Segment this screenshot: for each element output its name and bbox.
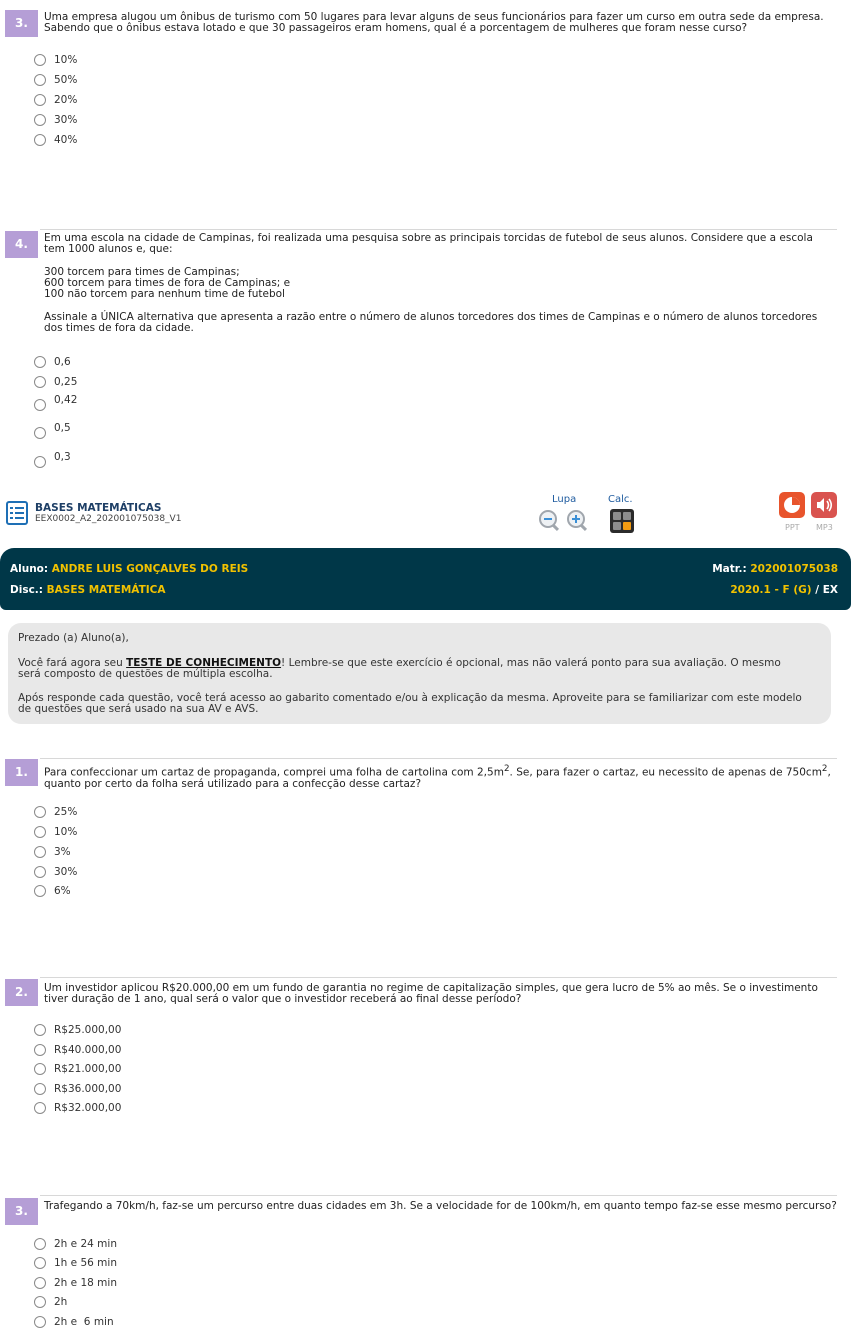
greeting: Prezado (a) Aluno(a),	[18, 632, 129, 644]
zoom-in-handle	[579, 523, 588, 532]
calculator-icon[interactable]	[610, 509, 634, 533]
question-number: 3.	[5, 1198, 38, 1225]
instructions-box: Prezado (a) Aluno(a), Você fará agora se…	[8, 623, 831, 724]
ppt-button[interactable]	[779, 492, 805, 518]
radio-button[interactable]	[34, 94, 46, 106]
discipline-name: BASES MATEMÁTICA	[46, 584, 166, 596]
question-text: Para confeccionar um cartaz de propagand…	[44, 764, 831, 790]
radio-button[interactable]	[34, 114, 46, 126]
speaker-icon	[817, 498, 833, 512]
question-text: Trafegando a 70km/h, faz-se um percurso …	[44, 1200, 837, 1212]
divider	[40, 977, 837, 978]
radio-button[interactable]	[34, 134, 46, 146]
q3-option-1[interactable]: 2h e 24 min	[34, 1236, 117, 1252]
period-row: 2020.1 - F (G) / EX	[730, 584, 838, 596]
question-text: Uma empresa alugou um ônibus de turismo …	[44, 11, 824, 34]
q1-option-5[interactable]: 6%	[34, 883, 71, 899]
q1-option-2[interactable]: 10%	[34, 824, 77, 840]
exam-toolbar: BASES MATEMÁTICAS EEX0002_A2_20200107503…	[0, 492, 851, 542]
q1-option-1[interactable]: 25%	[34, 804, 77, 820]
matriculation-row: Matr.: 202001075038	[712, 563, 838, 575]
radio-button[interactable]	[34, 1063, 46, 1075]
q2-option-1[interactable]: R$25.000,00	[34, 1022, 121, 1038]
q3-top-option-1[interactable]: 10%	[34, 52, 77, 68]
radio-button[interactable]	[34, 356, 46, 368]
question-number: 4.	[5, 231, 38, 258]
instructions-paragraph-2: Após responde cada questão, você terá ac…	[18, 692, 802, 715]
radio-button[interactable]	[34, 1277, 46, 1289]
radio-button[interactable]	[34, 456, 46, 468]
student-name-row: Aluno: ANDRE LUIS GONÇALVES DO REIS	[10, 563, 249, 575]
radio-button[interactable]	[34, 846, 46, 858]
q3-top-option-3[interactable]: 20%	[34, 92, 77, 108]
radio-button[interactable]	[34, 54, 46, 66]
exam-code: EEX0002_A2_202001075038_V1	[35, 514, 182, 524]
question-number: 1.	[5, 759, 38, 786]
q1-option-4[interactable]: 30%	[34, 864, 77, 880]
document-list-icon	[6, 501, 28, 525]
matriculation-number: 202001075038	[750, 563, 838, 575]
radio-button[interactable]	[34, 1024, 46, 1036]
divider	[40, 1195, 837, 1196]
q4-top-option-4[interactable]: 0,5	[34, 422, 71, 441]
q2-option-3[interactable]: R$21.000,00	[34, 1061, 121, 1077]
q3-top-option-4[interactable]: 30%	[34, 112, 77, 128]
period-value: 2020.1 - F (G)	[730, 584, 812, 596]
ppt-icon	[784, 497, 800, 513]
mp3-label: MP3	[816, 523, 833, 532]
calc-label: Calc.	[608, 494, 633, 505]
radio-button[interactable]	[34, 1102, 46, 1114]
radio-button[interactable]	[34, 866, 46, 878]
radio-button[interactable]	[34, 1083, 46, 1095]
question-text: Um investidor aplicou R$20.000,00 em um …	[44, 982, 818, 1005]
q3-option-5[interactable]: 2h e 6 min	[34, 1314, 114, 1330]
radio-button[interactable]	[34, 1238, 46, 1250]
radio-button[interactable]	[34, 826, 46, 838]
radio-button[interactable]	[34, 1296, 46, 1308]
radio-button[interactable]	[34, 1044, 46, 1056]
q4-top-option-1[interactable]: 0,6	[34, 354, 71, 370]
radio-button[interactable]	[34, 885, 46, 897]
subject-title: BASES MATEMÁTICAS	[35, 502, 162, 514]
instructions-paragraph-1: Você fará agora seu TESTE DE CONHECIMENT…	[18, 657, 781, 680]
radio-button[interactable]	[34, 74, 46, 86]
radio-button[interactable]	[34, 427, 46, 439]
period-type: EX	[822, 584, 838, 596]
question-number: 3.	[5, 10, 38, 37]
zoom-out-handle	[551, 523, 560, 532]
radio-button[interactable]	[34, 1257, 46, 1269]
radio-button[interactable]	[34, 806, 46, 818]
q4-top-option-3[interactable]: 0,42	[34, 394, 77, 413]
student-name: ANDRE LUIS GONÇALVES DO REIS	[51, 563, 249, 575]
divider	[40, 229, 837, 230]
radio-button[interactable]	[34, 376, 46, 388]
discipline-row: Disc.: BASES MATEMÁTICA	[10, 584, 166, 596]
divider	[40, 758, 837, 759]
q3-option-4[interactable]: 2h	[34, 1294, 67, 1310]
q2-option-5[interactable]: R$32.000,00	[34, 1100, 121, 1116]
q2-option-4[interactable]: R$36.000,00	[34, 1081, 121, 1097]
radio-button[interactable]	[34, 1316, 46, 1328]
q2-option-2[interactable]: R$40.000,00	[34, 1042, 121, 1058]
student-banner: Aluno: ANDRE LUIS GONÇALVES DO REIS Matr…	[0, 548, 851, 610]
q3-top-option-5[interactable]: 40%	[34, 132, 77, 148]
question-number: 2.	[5, 979, 38, 1006]
ppt-label: PPT	[785, 523, 800, 532]
q4-top-option-2[interactable]: 0,25	[34, 374, 77, 390]
lupa-label: Lupa	[552, 494, 577, 505]
q3-top-option-2[interactable]: 50%	[34, 72, 77, 88]
q4-top-option-5[interactable]: 0,3	[34, 451, 71, 470]
q3-option-2[interactable]: 1h e 56 min	[34, 1255, 117, 1271]
mp3-button[interactable]	[811, 492, 837, 518]
radio-button[interactable]	[34, 399, 46, 411]
question-text: Em uma escola na cidade de Campinas, foi…	[44, 232, 818, 334]
q1-option-3[interactable]: 3%	[34, 844, 71, 860]
q3-option-3[interactable]: 2h e 18 min	[34, 1275, 117, 1291]
